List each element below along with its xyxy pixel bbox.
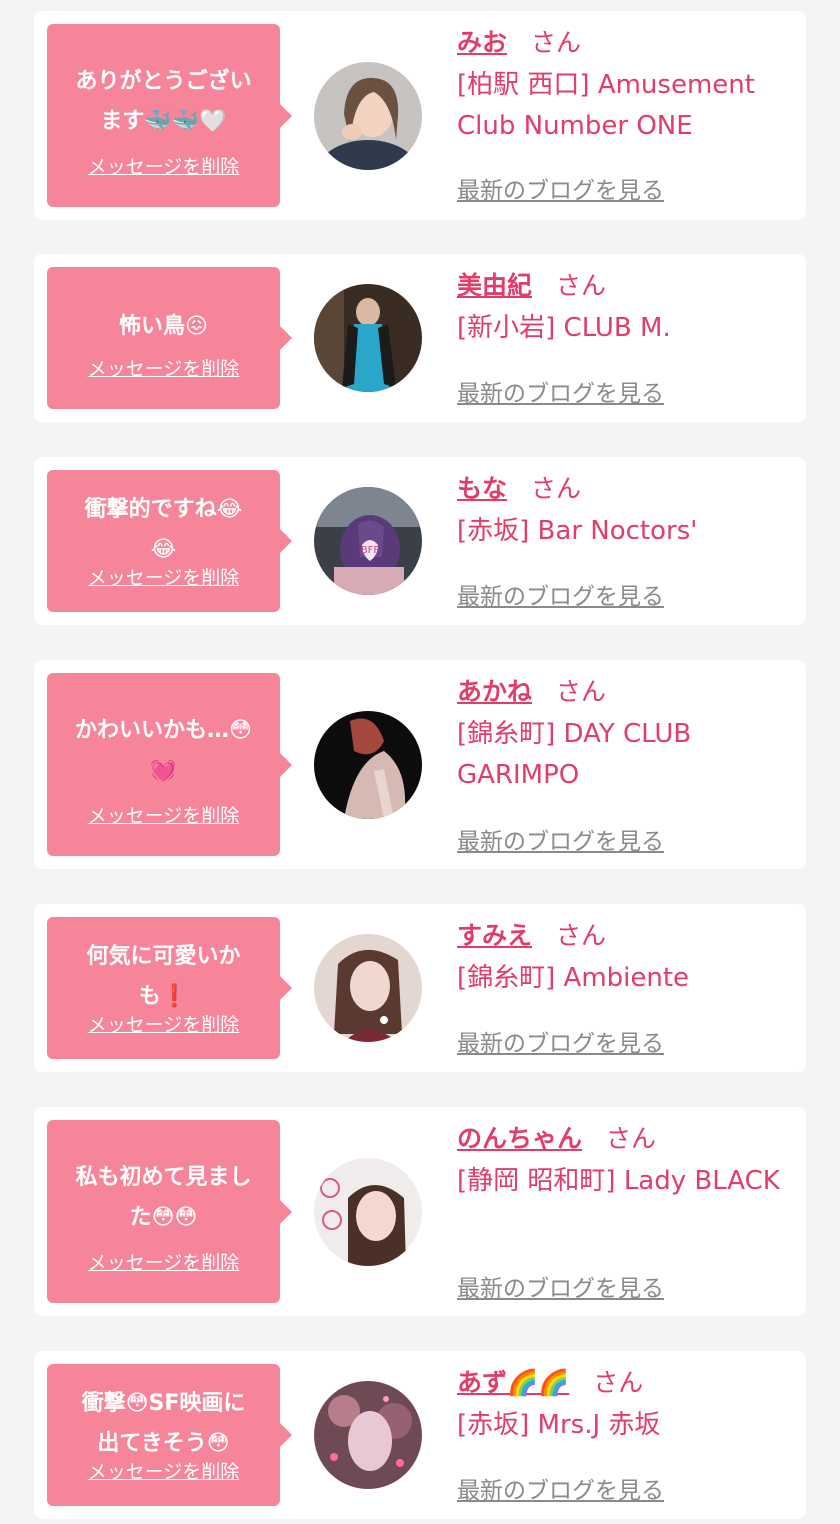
name-line: もな さん (457, 471, 797, 507)
latest-blog-link[interactable]: 最新のブログを見る (457, 822, 664, 856)
honorific-label: さん (531, 474, 582, 503)
message-text: 怖い鳥😖 (119, 314, 208, 339)
shop-label: [錦糸町] DAY CLUB GARIMPO (457, 719, 692, 790)
honorific-label: さん (531, 28, 582, 57)
avatar[interactable] (314, 1158, 422, 1266)
avatar[interactable]: BFF (314, 487, 422, 595)
name-line: あかね さん (457, 674, 797, 710)
message-card: 何気に可愛いか も❗️ メッセージを削除 すみえ さん [錦糸町] Ambient… (34, 904, 806, 1072)
message-list: ありがとうござい ます🐳🐳🤍 メッセージを削除 みお さん [柏駅 西口] Amu… (0, 0, 840, 1524)
message-card: ありがとうござい ます🐳🐳🤍 メッセージを削除 みお さん [柏駅 西口] Amu… (34, 11, 806, 220)
delete-message-link[interactable]: メッセージを削除 (47, 1248, 280, 1275)
shop-label: [新小岩] CLUB M. (457, 313, 671, 343)
message-text: 衝撃的ですね😂 😂 (84, 497, 243, 562)
entry-info: もな さん [赤坂] Bar Noctors' (457, 471, 797, 552)
name-line: みお さん (457, 25, 797, 61)
entry-info: あかね さん [錦糸町] DAY CLUB GARIMPO (457, 674, 797, 796)
avatar[interactable] (314, 62, 422, 170)
message-bubble: ありがとうござい ます🐳🐳🤍 メッセージを削除 (47, 24, 292, 207)
message-card: 怖い鳥😖 メッセージを削除 美由紀 さん [新小岩] CLUB M. 最新のブログ… (34, 254, 806, 422)
message-bubble: かわいいかも…😳 💓 メッセージを削除 (47, 673, 292, 856)
message-bubble: 衝撃的ですね😂 😂 メッセージを削除 (47, 470, 292, 612)
entry-info: 美由紀 さん [新小岩] CLUB M. (457, 268, 797, 349)
message-bubble: 怖い鳥😖 メッセージを削除 (47, 267, 292, 409)
name-line: あず🌈🌈 さん (457, 1365, 797, 1401)
latest-blog-link[interactable]: 最新のブログを見る (457, 1024, 664, 1058)
message-card: 衝撃😳SF映画に 出てきそう😳 メッセージを削除 あず🌈🌈 さん [赤坂] Mrs… (34, 1351, 806, 1519)
honorific-label: さん (593, 1368, 644, 1397)
message-bubble: 衝撃😳SF映画に 出てきそう😳 メッセージを削除 (47, 1364, 292, 1506)
honorific-label: さん (556, 677, 607, 706)
message-bubble: 何気に可愛いか も❗️ メッセージを削除 (47, 917, 292, 1059)
shop-label: [赤坂] Bar Noctors' (457, 516, 698, 546)
shop-label: [錦糸町] Ambiente (457, 963, 690, 993)
entry-info: あず🌈🌈 さん [赤坂] Mrs.J 赤坂 (457, 1365, 797, 1446)
latest-blog-link[interactable]: 最新のブログを見る (457, 577, 664, 611)
name-line: のんちゃん さん (457, 1121, 797, 1157)
delete-message-link[interactable]: メッセージを削除 (47, 563, 280, 590)
entry-info: のんちゃん さん [静岡 昭和町] Lady BLACK (457, 1121, 797, 1202)
svg-text:BFF: BFF (361, 545, 380, 556)
entry-info: みお さん [柏駅 西口] Amusement Club Number ONE (457, 25, 797, 147)
name-line: 美由紀 さん (457, 268, 797, 304)
latest-blog-link[interactable]: 最新のブログを見る (457, 1269, 664, 1303)
delete-message-link[interactable]: メッセージを削除 (47, 1457, 280, 1484)
message-text: 私も初めて見まし た😳😳 (75, 1165, 252, 1230)
cast-name-link[interactable]: あかね (457, 677, 532, 706)
avatar[interactable] (314, 711, 422, 819)
shop-label: [赤坂] Mrs.J 赤坂 (457, 1410, 661, 1440)
message-text: ありがとうござい ます🐳🐳🤍 (75, 69, 252, 134)
honorific-label: さん (556, 921, 607, 950)
delete-message-link[interactable]: メッセージを削除 (47, 152, 280, 179)
avatar[interactable] (314, 284, 422, 392)
entry-info: すみえ さん [錦糸町] Ambiente (457, 918, 797, 999)
delete-message-link[interactable]: メッセージを削除 (47, 801, 280, 828)
message-text: 何気に可愛いか も❗️ (86, 944, 241, 1009)
avatar[interactable] (314, 1381, 422, 1489)
message-text: 衝撃😳SF映画に 出てきそう😳 (81, 1391, 246, 1456)
latest-blog-link[interactable]: 最新のブログを見る (457, 374, 664, 408)
cast-name-link[interactable]: のんちゃん (457, 1124, 582, 1153)
message-card: 衝撃的ですね😂 😂 メッセージを削除 BFF もな さん [赤坂] Bar Noc… (34, 457, 806, 625)
message-text: かわいいかも…😳 💓 (75, 718, 252, 783)
cast-name-link[interactable]: もな (457, 474, 507, 503)
message-card: 私も初めて見まし た😳😳 メッセージを削除 のんちゃん さん [静岡 昭和町] L… (34, 1107, 806, 1316)
message-card: かわいいかも…😳 💓 メッセージを削除 あかね さん [錦糸町] DAY CLUB… (34, 660, 806, 869)
latest-blog-link[interactable]: 最新のブログを見る (457, 1471, 664, 1505)
honorific-label: さん (606, 1124, 657, 1153)
message-bubble: 私も初めて見まし た😳😳 メッセージを削除 (47, 1120, 292, 1303)
cast-name-link[interactable]: あず🌈🌈 (457, 1368, 569, 1397)
delete-message-link[interactable]: メッセージを削除 (47, 354, 280, 381)
honorific-label: さん (556, 271, 607, 300)
name-line: すみえ さん (457, 918, 797, 954)
latest-blog-link[interactable]: 最新のブログを見る (457, 171, 664, 205)
avatar[interactable] (314, 934, 422, 1042)
cast-name-link[interactable]: すみえ (457, 921, 532, 950)
shop-label: [柏駅 西口] Amusement Club Number ONE (457, 70, 755, 141)
cast-name-link[interactable]: みお (457, 28, 507, 57)
shop-label: [静岡 昭和町] Lady BLACK (457, 1166, 780, 1196)
delete-message-link[interactable]: メッセージを削除 (47, 1010, 280, 1037)
cast-name-link[interactable]: 美由紀 (457, 271, 532, 300)
